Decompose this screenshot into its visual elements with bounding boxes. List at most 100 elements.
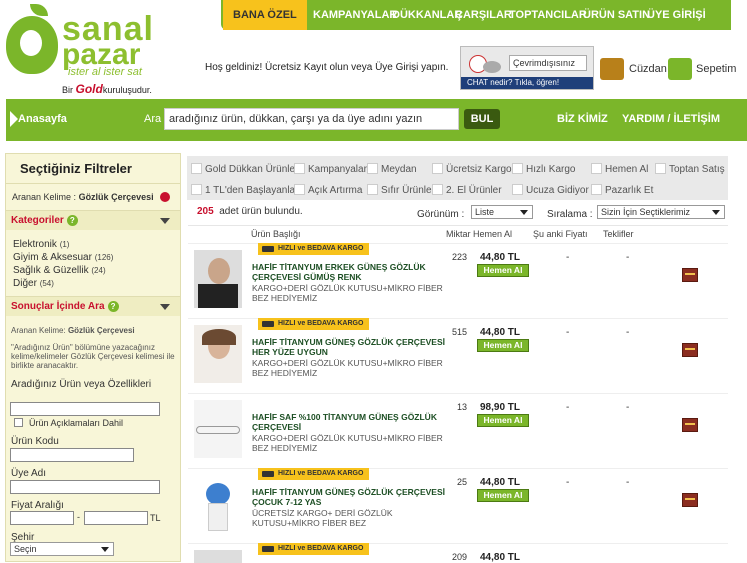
filter-checkbox[interactable]: Hemen Al	[591, 163, 648, 175]
buy-now-button[interactable]: Hemen Al	[477, 339, 529, 352]
home-link[interactable]: Anasayfa	[18, 113, 67, 125]
product-thumbnail[interactable]	[194, 550, 242, 563]
filter-title: Seçtiğiniz Filtreler	[6, 154, 180, 184]
wallet-icon[interactable]	[600, 58, 624, 80]
price-max-input[interactable]	[84, 511, 148, 525]
site-logo[interactable]: sanal pazar ister al ister sat Bir Goldk…	[4, 4, 164, 96]
view-select[interactable]: Liste	[471, 205, 533, 219]
product-qty: 25	[456, 477, 467, 487]
price-label: Fiyat Aralığı	[11, 500, 64, 511]
product-row[interactable]: HIZLI ve BEDAVA KARGO 209 44,80 TL	[188, 543, 728, 563]
search-bar: Anasayfa Ara BUL BİZ KİMİZ YARDIM / İLET…	[6, 99, 747, 141]
city-select[interactable]: Seçin	[10, 542, 114, 556]
current-price: -	[566, 402, 570, 413]
category-item[interactable]: Diğer (54)	[6, 277, 180, 290]
col-qty[interactable]: Miktar	[446, 229, 471, 239]
buy-now-button[interactable]: Hemen Al	[477, 414, 529, 427]
cart-link[interactable]: Sepetim	[696, 63, 736, 75]
product-title[interactable]: HAFİF TİTANYUM GÜNEŞ GÖZLÜK ÇERÇEVESİ HE…	[252, 337, 447, 357]
search-within-header[interactable]: Sonuçlar İçinde Ara?	[6, 296, 180, 316]
filter-checkbox[interactable]: Ücretsiz Kargo	[432, 163, 512, 175]
welcome-text: Hoş geldiniz! Ücretsiz Kayıt olun veya Ü…	[205, 62, 449, 73]
store-icon[interactable]	[682, 493, 698, 507]
store-icon[interactable]	[682, 418, 698, 432]
chat-status-select[interactable]: Çevrimdışısınız	[509, 55, 587, 71]
nav-dukkanlar[interactable]: DÜKKANLAR	[392, 0, 462, 30]
member-input[interactable]	[10, 480, 160, 494]
nav-toptancilar[interactable]: TOPTANCILAR	[509, 0, 587, 30]
leaf-icon	[30, 4, 48, 16]
filter-checkbox[interactable]: Meydan	[367, 163, 417, 175]
cart-icon[interactable]	[668, 58, 692, 80]
shipping-badge: HIZLI ve BEDAVA KARGO	[258, 468, 370, 480]
col-offers[interactable]: Teklifler	[603, 229, 634, 239]
chevron-down-icon	[712, 210, 720, 215]
categories-header[interactable]: Kategoriler?	[6, 210, 180, 230]
help-link[interactable]: YARDIM / İLETİŞİM	[622, 113, 720, 125]
chat-person-icon	[483, 61, 501, 73]
shipping-badge: HIZLI ve BEDAVA KARGO	[258, 243, 370, 255]
chat-info-bar[interactable]: CHAT nedir? Tıkla, öğren!	[461, 77, 593, 89]
store-icon[interactable]	[682, 268, 698, 282]
col-buynow[interactable]: Hemen Al	[473, 229, 512, 239]
category-item[interactable]: Sağlık & Güzellik (24)	[6, 264, 180, 277]
product-desc: KARGO+DERİ GÖZLÜK KUTUSU+MİKRO FİBER BEZ…	[252, 283, 443, 303]
chevron-down-icon	[520, 210, 528, 215]
product-thumbnail[interactable]	[194, 325, 242, 383]
filter-checkbox[interactable]: Hızlı Kargo	[512, 163, 575, 175]
filter-checkbox[interactable]: Açık Artırma	[294, 184, 362, 196]
filter-checkbox[interactable]: Gold Dükkan Ürünleri	[191, 163, 301, 175]
remove-filter-icon[interactable]	[160, 192, 171, 202]
col-current[interactable]: Şu anki Fiyatı	[533, 229, 588, 239]
nav-carsilar[interactable]: ÇARŞILAR	[455, 0, 512, 30]
top-nav: BANA ÖZEL KAMPANYALAR DÜKKANLAR ÇARŞILAR…	[221, 0, 731, 30]
filter-checkbox[interactable]: 2. El Ürünler	[432, 184, 502, 196]
shipping-badge: HIZLI ve BEDAVA KARGO	[258, 318, 370, 330]
price-min-input[interactable]	[10, 511, 74, 525]
nav-bana-ozel[interactable]: BANA ÖZEL	[223, 0, 307, 30]
category-item[interactable]: Elektronik (1)	[6, 238, 180, 251]
product-qty: 223	[451, 252, 467, 262]
filter-checkbox[interactable]: 1 TL'den Başlayanlar	[191, 184, 298, 196]
chat-widget[interactable]: Çevrimdışısınız CHAT nedir? Tıkla, öğren…	[460, 46, 594, 90]
category-item[interactable]: Giyim & Aksesuar (126)	[6, 251, 180, 264]
sort-select[interactable]: Sizin İçin Seçtiklerimiz	[597, 205, 725, 219]
product-row[interactable]: HIZLI ve BEDAVA KARGO HAFİF TİTANYUM GÜN…	[188, 468, 728, 542]
nav-uye-girisi[interactable]: ÜYE GİRİŞİ	[647, 0, 706, 30]
product-row[interactable]: HAFİF SAF %100 TİTANYUM GÜNEŞ GÖZLÜK ÇER…	[188, 393, 728, 467]
product-code-input[interactable]	[10, 448, 134, 462]
filter-checkbox[interactable]: Pazarlık Et	[591, 184, 653, 196]
help-icon: ?	[107, 301, 119, 312]
buy-now-button[interactable]: Hemen Al	[477, 489, 529, 502]
member-label: Üye Adı	[11, 468, 47, 479]
store-icon[interactable]	[682, 343, 698, 357]
filter-checkbox[interactable]: Kampanyalar	[294, 163, 367, 175]
product-row[interactable]: HIZLI ve BEDAVA KARGO HAFİF TİTANYUM ERK…	[188, 243, 728, 317]
buy-now-button[interactable]: Hemen Al	[477, 264, 529, 277]
results-header: Ürün Başlığı Miktar Hemen Al Şu anki Fiy…	[188, 225, 728, 242]
filter-panel: Seçtiğiniz Filtreler Aranan Kelime : Göz…	[5, 153, 181, 562]
product-thumbnail[interactable]	[194, 400, 242, 458]
product-title[interactable]: HAFİF TİTANYUM GÜNEŞ GÖZLÜK ÇERÇEVESİ ÇO…	[252, 487, 447, 507]
search-button[interactable]: BUL	[464, 109, 500, 129]
apple-logo-icon	[6, 16, 58, 74]
about-link[interactable]: BİZ KİMİZ	[557, 113, 608, 125]
col-title[interactable]: Ürün Başlığı	[251, 229, 301, 239]
nav-kampanyalar[interactable]: KAMPANYALAR	[313, 0, 397, 30]
features-input[interactable]	[10, 402, 160, 416]
product-row[interactable]: HIZLI ve BEDAVA KARGO HAFİF TİTANYUM GÜN…	[188, 318, 728, 392]
product-qty: 515	[451, 327, 467, 337]
product-title[interactable]: HAFİF SAF %100 TİTANYUM GÜNEŞ GÖZLÜK ÇER…	[252, 412, 447, 432]
filter-checkbox[interactable]: Ucuza Gidiyor	[512, 184, 589, 196]
product-thumbnail[interactable]	[194, 475, 242, 533]
desc-include-checkbox[interactable]: Ürün Açıklamaları Dahil	[14, 418, 123, 428]
filter-checkbox[interactable]: Toptan Satış	[655, 163, 725, 175]
wallet-link[interactable]: Cüzdan	[629, 63, 667, 75]
search-label: Ara	[144, 113, 162, 125]
product-thumbnail[interactable]	[194, 250, 242, 308]
filter-checkbox[interactable]: Sıfır Ürünler	[367, 184, 435, 196]
product-title[interactable]: HAFİF TİTANYUM ERKEK GÜNEŞ GÖZLÜK ÇERÇEV…	[252, 262, 447, 282]
help-icon: ?	[66, 215, 78, 226]
search-input[interactable]	[164, 108, 459, 130]
nav-urun-satin[interactable]: ÜRÜN SATIN	[583, 0, 650, 30]
